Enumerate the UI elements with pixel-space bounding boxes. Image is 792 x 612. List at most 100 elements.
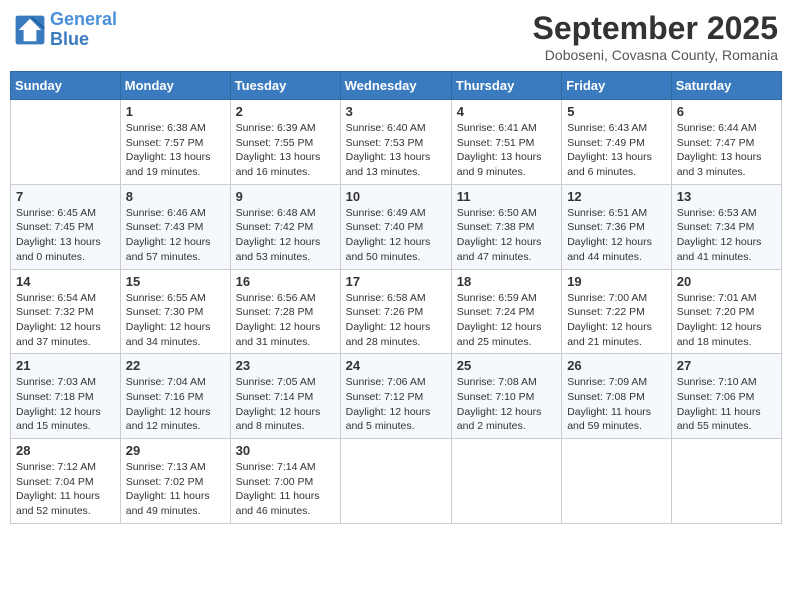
day-number: 25 <box>457 358 556 373</box>
day-cell: 26Sunrise: 7:09 AM Sunset: 7:08 PM Dayli… <box>562 354 672 439</box>
day-cell: 21Sunrise: 7:03 AM Sunset: 7:18 PM Dayli… <box>11 354 121 439</box>
day-cell: 14Sunrise: 6:54 AM Sunset: 7:32 PM Dayli… <box>11 269 121 354</box>
day-cell: 12Sunrise: 6:51 AM Sunset: 7:36 PM Dayli… <box>562 184 672 269</box>
day-info: Sunrise: 7:12 AM Sunset: 7:04 PM Dayligh… <box>16 460 115 519</box>
day-cell: 15 Sunrise: 6:55 AM Sunset: 7:30 PM Dayli… <box>120 269 230 354</box>
day-number: 16 <box>236 274 335 289</box>
day-cell: 29Sunrise: 7:13 AM Sunset: 7:02 PM Dayli… <box>120 439 230 524</box>
day-info: Sunrise: 7:01 AM Sunset: 7:20 PM Dayligh… <box>677 291 776 350</box>
weekday-header-row: SundayMondayTuesdayWednesdayThursdayFrid… <box>11 72 782 100</box>
day-cell: 30 Sunrise: 7:14 AM Sunset: 7:00 PM Dayli… <box>230 439 340 524</box>
day-number: 20 <box>677 274 776 289</box>
day-cell <box>340 439 451 524</box>
weekday-header-saturday: Saturday <box>671 72 781 100</box>
day-number: 24 <box>346 358 446 373</box>
week-row-1: 1Sunrise: 6:38 AM Sunset: 7:57 PM Daylig… <box>11 100 782 185</box>
day-number: 27 <box>677 358 776 373</box>
day-number: 8 <box>126 189 225 204</box>
day-cell: 20 Sunrise: 7:01 AM Sunset: 7:20 PM Dayli… <box>671 269 781 354</box>
day-number: 7 <box>16 189 115 204</box>
day-info: Sunrise: 6:50 AM Sunset: 7:38 PM Dayligh… <box>457 206 556 265</box>
day-number: 6 <box>677 104 776 119</box>
day-info: Sunrise: 6:56 AM Sunset: 7:28 PM Dayligh… <box>236 291 335 350</box>
day-cell: 24 Sunrise: 7:06 AM Sunset: 7:12 PM Dayli… <box>340 354 451 439</box>
weekday-header-tuesday: Tuesday <box>230 72 340 100</box>
day-cell: 27 Sunrise: 7:10 AM Sunset: 7:06 PM Dayli… <box>671 354 781 439</box>
day-cell: 16 Sunrise: 6:56 AM Sunset: 7:28 PM Dayli… <box>230 269 340 354</box>
day-info: Sunrise: 6:40 AM Sunset: 7:53 PM Dayligh… <box>346 121 446 180</box>
day-cell: 17 Sunrise: 6:58 AM Sunset: 7:26 PM Dayli… <box>340 269 451 354</box>
day-cell <box>671 439 781 524</box>
day-cell: 8 Sunrise: 6:46 AM Sunset: 7:43 PM Daylig… <box>120 184 230 269</box>
week-row-5: 28 Sunrise: 7:12 AM Sunset: 7:04 PM Dayli… <box>11 439 782 524</box>
day-info: Sunrise: 6:39 AM Sunset: 7:55 PM Dayligh… <box>236 121 335 180</box>
logo-line1: General <box>50 9 117 29</box>
day-number: 29 <box>126 443 225 458</box>
weekday-header-friday: Friday <box>562 72 672 100</box>
day-info: Sunrise: 7:14 AM Sunset: 7:00 PM Dayligh… <box>236 460 335 519</box>
week-row-2: 7 Sunrise: 6:45 AM Sunset: 7:45 PM Daylig… <box>11 184 782 269</box>
day-info: Sunrise: 6:45 AM Sunset: 7:45 PM Dayligh… <box>16 206 115 265</box>
day-info: Sunrise: 6:55 AM Sunset: 7:30 PM Dayligh… <box>126 291 225 350</box>
weekday-header-sunday: Sunday <box>11 72 121 100</box>
day-number: 17 <box>346 274 446 289</box>
day-cell: 23 Sunrise: 7:05 AM Sunset: 7:14 PM Dayli… <box>230 354 340 439</box>
day-info: Sunrise: 7:08 AM Sunset: 7:10 PM Dayligh… <box>457 375 556 434</box>
day-cell: 11 Sunrise: 6:50 AM Sunset: 7:38 PM Dayli… <box>451 184 561 269</box>
day-number: 9 <box>236 189 335 204</box>
day-number: 3 <box>346 104 446 119</box>
week-row-4: 21Sunrise: 7:03 AM Sunset: 7:18 PM Dayli… <box>11 354 782 439</box>
calendar-table: SundayMondayTuesdayWednesdayThursdayFrid… <box>10 71 782 524</box>
day-number: 11 <box>457 189 556 204</box>
day-number: 15 <box>126 274 225 289</box>
day-cell: 9 Sunrise: 6:48 AM Sunset: 7:42 PM Daylig… <box>230 184 340 269</box>
day-number: 28 <box>16 443 115 458</box>
day-cell: 5Sunrise: 6:43 AM Sunset: 7:49 PM Daylig… <box>562 100 672 185</box>
day-number: 1 <box>126 104 225 119</box>
day-info: Sunrise: 7:09 AM Sunset: 7:08 PM Dayligh… <box>567 375 666 434</box>
day-number: 12 <box>567 189 666 204</box>
day-number: 10 <box>346 189 446 204</box>
logo-line2: Blue <box>50 29 89 49</box>
day-info: Sunrise: 6:53 AM Sunset: 7:34 PM Dayligh… <box>677 206 776 265</box>
day-cell: 7 Sunrise: 6:45 AM Sunset: 7:45 PM Daylig… <box>11 184 121 269</box>
day-cell: 25 Sunrise: 7:08 AM Sunset: 7:10 PM Dayli… <box>451 354 561 439</box>
day-number: 2 <box>236 104 335 119</box>
day-cell: 13 Sunrise: 6:53 AM Sunset: 7:34 PM Dayli… <box>671 184 781 269</box>
page-header: General Blue September 2025 Doboseni, Co… <box>10 10 782 63</box>
day-info: Sunrise: 6:49 AM Sunset: 7:40 PM Dayligh… <box>346 206 446 265</box>
logo: General Blue <box>14 10 117 50</box>
day-number: 30 <box>236 443 335 458</box>
day-info: Sunrise: 7:10 AM Sunset: 7:06 PM Dayligh… <box>677 375 776 434</box>
day-cell <box>11 100 121 185</box>
day-cell: 22Sunrise: 7:04 AM Sunset: 7:16 PM Dayli… <box>120 354 230 439</box>
week-row-3: 14Sunrise: 6:54 AM Sunset: 7:32 PM Dayli… <box>11 269 782 354</box>
day-cell: 4Sunrise: 6:41 AM Sunset: 7:51 PM Daylig… <box>451 100 561 185</box>
day-number: 19 <box>567 274 666 289</box>
day-cell <box>451 439 561 524</box>
day-info: Sunrise: 6:41 AM Sunset: 7:51 PM Dayligh… <box>457 121 556 180</box>
location: Doboseni, Covasna County, Romania <box>533 47 778 63</box>
day-cell <box>562 439 672 524</box>
month-title: September 2025 <box>533 10 778 47</box>
day-number: 18 <box>457 274 556 289</box>
day-info: Sunrise: 7:04 AM Sunset: 7:16 PM Dayligh… <box>126 375 225 434</box>
day-info: Sunrise: 7:00 AM Sunset: 7:22 PM Dayligh… <box>567 291 666 350</box>
day-cell: 18 Sunrise: 6:59 AM Sunset: 7:24 PM Dayli… <box>451 269 561 354</box>
day-cell: 19 Sunrise: 7:00 AM Sunset: 7:22 PM Dayli… <box>562 269 672 354</box>
day-cell: 3 Sunrise: 6:40 AM Sunset: 7:53 PM Daylig… <box>340 100 451 185</box>
weekday-header-wednesday: Wednesday <box>340 72 451 100</box>
day-info: Sunrise: 6:58 AM Sunset: 7:26 PM Dayligh… <box>346 291 446 350</box>
day-info: Sunrise: 6:59 AM Sunset: 7:24 PM Dayligh… <box>457 291 556 350</box>
day-info: Sunrise: 6:43 AM Sunset: 7:49 PM Dayligh… <box>567 121 666 180</box>
day-cell: 28 Sunrise: 7:12 AM Sunset: 7:04 PM Dayli… <box>11 439 121 524</box>
day-cell: 2 Sunrise: 6:39 AM Sunset: 7:55 PM Daylig… <box>230 100 340 185</box>
day-info: Sunrise: 7:06 AM Sunset: 7:12 PM Dayligh… <box>346 375 446 434</box>
logo-icon <box>14 14 46 46</box>
day-info: Sunrise: 6:48 AM Sunset: 7:42 PM Dayligh… <box>236 206 335 265</box>
day-info: Sunrise: 7:05 AM Sunset: 7:14 PM Dayligh… <box>236 375 335 434</box>
day-number: 23 <box>236 358 335 373</box>
day-number: 14 <box>16 274 115 289</box>
day-number: 13 <box>677 189 776 204</box>
day-info: Sunrise: 6:46 AM Sunset: 7:43 PM Dayligh… <box>126 206 225 265</box>
